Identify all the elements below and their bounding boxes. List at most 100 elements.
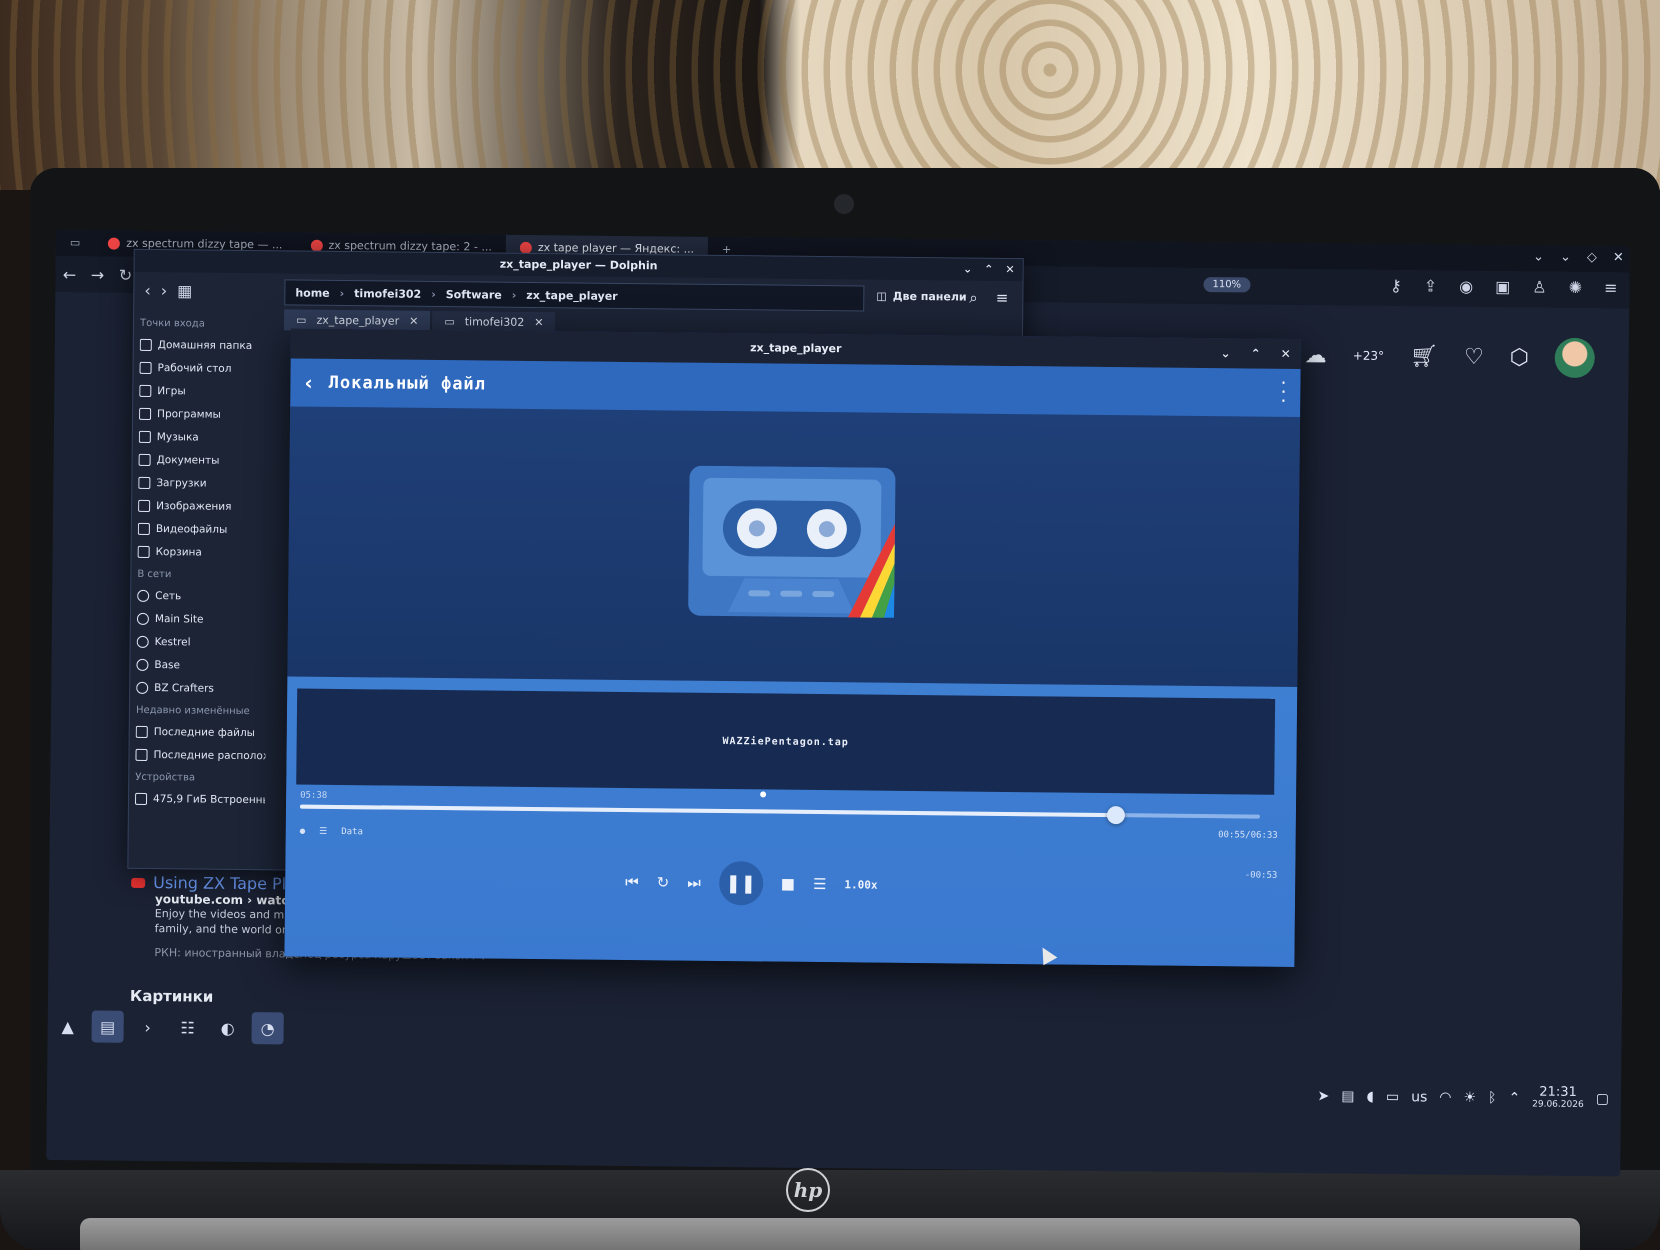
browser-window-controls: ⌄ ⌄ ◇ ✕ bbox=[1533, 249, 1624, 265]
list-icon: ☰ bbox=[319, 826, 328, 837]
globe-icon bbox=[136, 658, 149, 671]
close-icon[interactable]: ✕ bbox=[1281, 339, 1291, 369]
playlist-icon[interactable]: ☰ bbox=[813, 875, 827, 893]
clock[interactable]: 21:31 29.06.2026 bbox=[1532, 1085, 1584, 1113]
breadcrumb-user[interactable]: timofei302 bbox=[354, 287, 421, 301]
seek-bar-fill bbox=[299, 804, 1116, 818]
sidebar-item[interactable]: Kestrel bbox=[136, 630, 267, 654]
sidebar-item[interactable]: Домашняя папка bbox=[139, 333, 270, 357]
extension-icon[interactable]: ◉ bbox=[1459, 277, 1473, 296]
profile-icon[interactable]: ♙ bbox=[1532, 277, 1547, 296]
sidebar-item[interactable]: BZ Crafters bbox=[136, 676, 266, 700]
tray-expand-icon[interactable]: ⌃ bbox=[1508, 1090, 1520, 1106]
forward-icon[interactable]: → bbox=[83, 265, 111, 284]
sidebar-icon[interactable]: ▣ bbox=[1495, 277, 1510, 296]
battery-icon[interactable]: ▭ bbox=[1386, 1089, 1399, 1105]
minimize-icon[interactable]: ⌄ bbox=[963, 259, 972, 281]
brightness-icon[interactable]: ☀ bbox=[1463, 1090, 1476, 1106]
weather-icon[interactable]: ☁ bbox=[1305, 343, 1327, 368]
home-icon bbox=[139, 338, 152, 351]
close-icon[interactable]: ✕ bbox=[534, 316, 543, 329]
close-icon[interactable]: ✕ bbox=[1005, 259, 1014, 281]
sidebar-item[interactable]: 475,9 ГиБ Встроенный ... bbox=[134, 787, 265, 811]
sidebar-item-label: Рабочий стол bbox=[157, 361, 232, 375]
skip-previous-icon[interactable]: ⏮ bbox=[625, 873, 639, 891]
sidebar-item[interactable]: Последние файлы bbox=[135, 720, 266, 744]
breadcrumb-home[interactable]: home bbox=[295, 286, 329, 299]
tab-overview-button[interactable]: ▭ bbox=[56, 230, 95, 256]
apps-icon bbox=[139, 407, 152, 420]
sidebar-item[interactable]: Корзина bbox=[137, 540, 268, 564]
bluetooth-icon[interactable]: ᛒ bbox=[1488, 1090, 1497, 1106]
heart-icon[interactable]: ♡ bbox=[1464, 344, 1484, 369]
show-desktop-icon[interactable]: ▢ bbox=[1596, 1091, 1609, 1107]
search-result-title[interactable]: Using ZX Tape Play bbox=[153, 873, 305, 894]
sidebar-item[interactable]: Загрузки bbox=[138, 471, 268, 495]
seek-bar[interactable] bbox=[299, 804, 1260, 825]
sidebar-item[interactable]: Main Site bbox=[136, 607, 267, 631]
folder-icon: ▭ bbox=[444, 315, 455, 329]
breadcrumb-current[interactable]: zx_tape_player bbox=[526, 288, 617, 302]
minimize-icon[interactable]: ⌄ bbox=[1220, 338, 1231, 368]
sidebar-item[interactable]: Документы bbox=[138, 448, 268, 472]
telegram-icon[interactable]: ➤ bbox=[1317, 1088, 1329, 1104]
sidebar-item[interactable]: Программы bbox=[139, 402, 269, 426]
skip-next-icon[interactable]: ⏭ bbox=[687, 874, 701, 892]
sidebar-item[interactable]: Изображения bbox=[138, 494, 268, 518]
network-list: Сеть Main Site Kestrel Base BZ Crafters bbox=[136, 584, 267, 700]
bullet-icon: ● bbox=[299, 826, 306, 837]
pause-button[interactable]: ❚❚ bbox=[718, 860, 764, 906]
tape-player-task-icon[interactable]: ◔ bbox=[251, 1012, 284, 1045]
view-mode-icon[interactable]: ▦ bbox=[177, 281, 192, 300]
sidebar-item-label: Корзина bbox=[155, 545, 202, 559]
terminal-task-icon[interactable]: › bbox=[131, 1011, 163, 1043]
breadcrumb-software[interactable]: Software bbox=[446, 288, 502, 302]
dolphin-task-icon[interactable]: ▤ bbox=[91, 1010, 124, 1043]
search-icon[interactable]: ⌕ bbox=[969, 289, 978, 307]
sidebar-item[interactable]: Base bbox=[136, 653, 266, 677]
two-panes-button[interactable]: ◫ Две панели bbox=[876, 290, 966, 304]
wifi-icon[interactable]: ◠ bbox=[1439, 1090, 1451, 1106]
browser-task-icon[interactable]: ◐ bbox=[211, 1012, 243, 1044]
images-heading[interactable]: Картинки bbox=[130, 987, 214, 1006]
close-icon[interactable]: ✕ bbox=[409, 315, 418, 328]
settings-task-icon[interactable]: ☷ bbox=[171, 1011, 203, 1043]
chevron-down-icon[interactable]: ⌄ bbox=[1533, 249, 1544, 264]
palette-icon[interactable]: ✺ bbox=[1569, 278, 1583, 297]
back-arrow-icon[interactable]: ‹ bbox=[304, 371, 313, 395]
sidebar-item[interactable]: Сеть bbox=[137, 584, 267, 608]
clipboard-icon[interactable]: ▤ bbox=[1341, 1089, 1354, 1105]
key-icon[interactable]: ⚷ bbox=[1390, 276, 1402, 295]
close-icon[interactable]: ✕ bbox=[1613, 250, 1624, 265]
maximize-icon[interactable]: ⌃ bbox=[1250, 339, 1261, 369]
back-icon[interactable]: ‹ bbox=[144, 280, 151, 299]
menu-icon[interactable]: ≡ bbox=[1604, 278, 1618, 297]
sidebar-item[interactable]: Последние расположен... bbox=[135, 743, 266, 767]
sidebar-item-label: Видеофайлы bbox=[155, 522, 228, 536]
forward-icon[interactable]: › bbox=[161, 281, 168, 300]
chevron-right-icon: › bbox=[339, 286, 345, 300]
back-icon[interactable]: ← bbox=[55, 264, 83, 284]
hamburger-menu-icon[interactable]: ≡ bbox=[996, 289, 1009, 307]
replay-icon[interactable]: ↻ bbox=[657, 873, 670, 891]
sidebar-item[interactable]: Видеофайлы bbox=[137, 517, 268, 541]
speed-button[interactable]: 1.00x bbox=[844, 878, 877, 891]
more-vert-icon[interactable]: · · · bbox=[1280, 373, 1286, 412]
share-icon[interactable]: ⇪ bbox=[1424, 276, 1438, 295]
stop-icon[interactable]: ■ bbox=[781, 875, 795, 893]
app-launcher-icon[interactable]: ▲ bbox=[51, 1010, 83, 1042]
cart-icon[interactable]: 🛒︎ bbox=[1410, 344, 1438, 369]
sidebar-item[interactable]: Игры bbox=[139, 379, 269, 403]
keyboard-layout[interactable]: us bbox=[1411, 1089, 1427, 1105]
maximize-icon[interactable]: ◇ bbox=[1587, 250, 1597, 265]
seek-bar-handle[interactable] bbox=[1106, 806, 1126, 825]
avatar[interactable] bbox=[1554, 337, 1596, 379]
maximize-icon[interactable]: ⌃ bbox=[984, 259, 993, 281]
player-window-title: zx_tape_player bbox=[750, 341, 842, 356]
sidebar-item[interactable]: Рабочий стол bbox=[139, 356, 269, 380]
zoom-badge[interactable]: 110% bbox=[1203, 277, 1251, 293]
cube-icon[interactable]: ⬡ bbox=[1510, 345, 1529, 370]
sidebar-item[interactable]: Музыка bbox=[138, 425, 269, 449]
volume-icon[interactable]: ◖ bbox=[1366, 1089, 1374, 1105]
minimize-icon[interactable]: ⌄ bbox=[1560, 250, 1571, 265]
